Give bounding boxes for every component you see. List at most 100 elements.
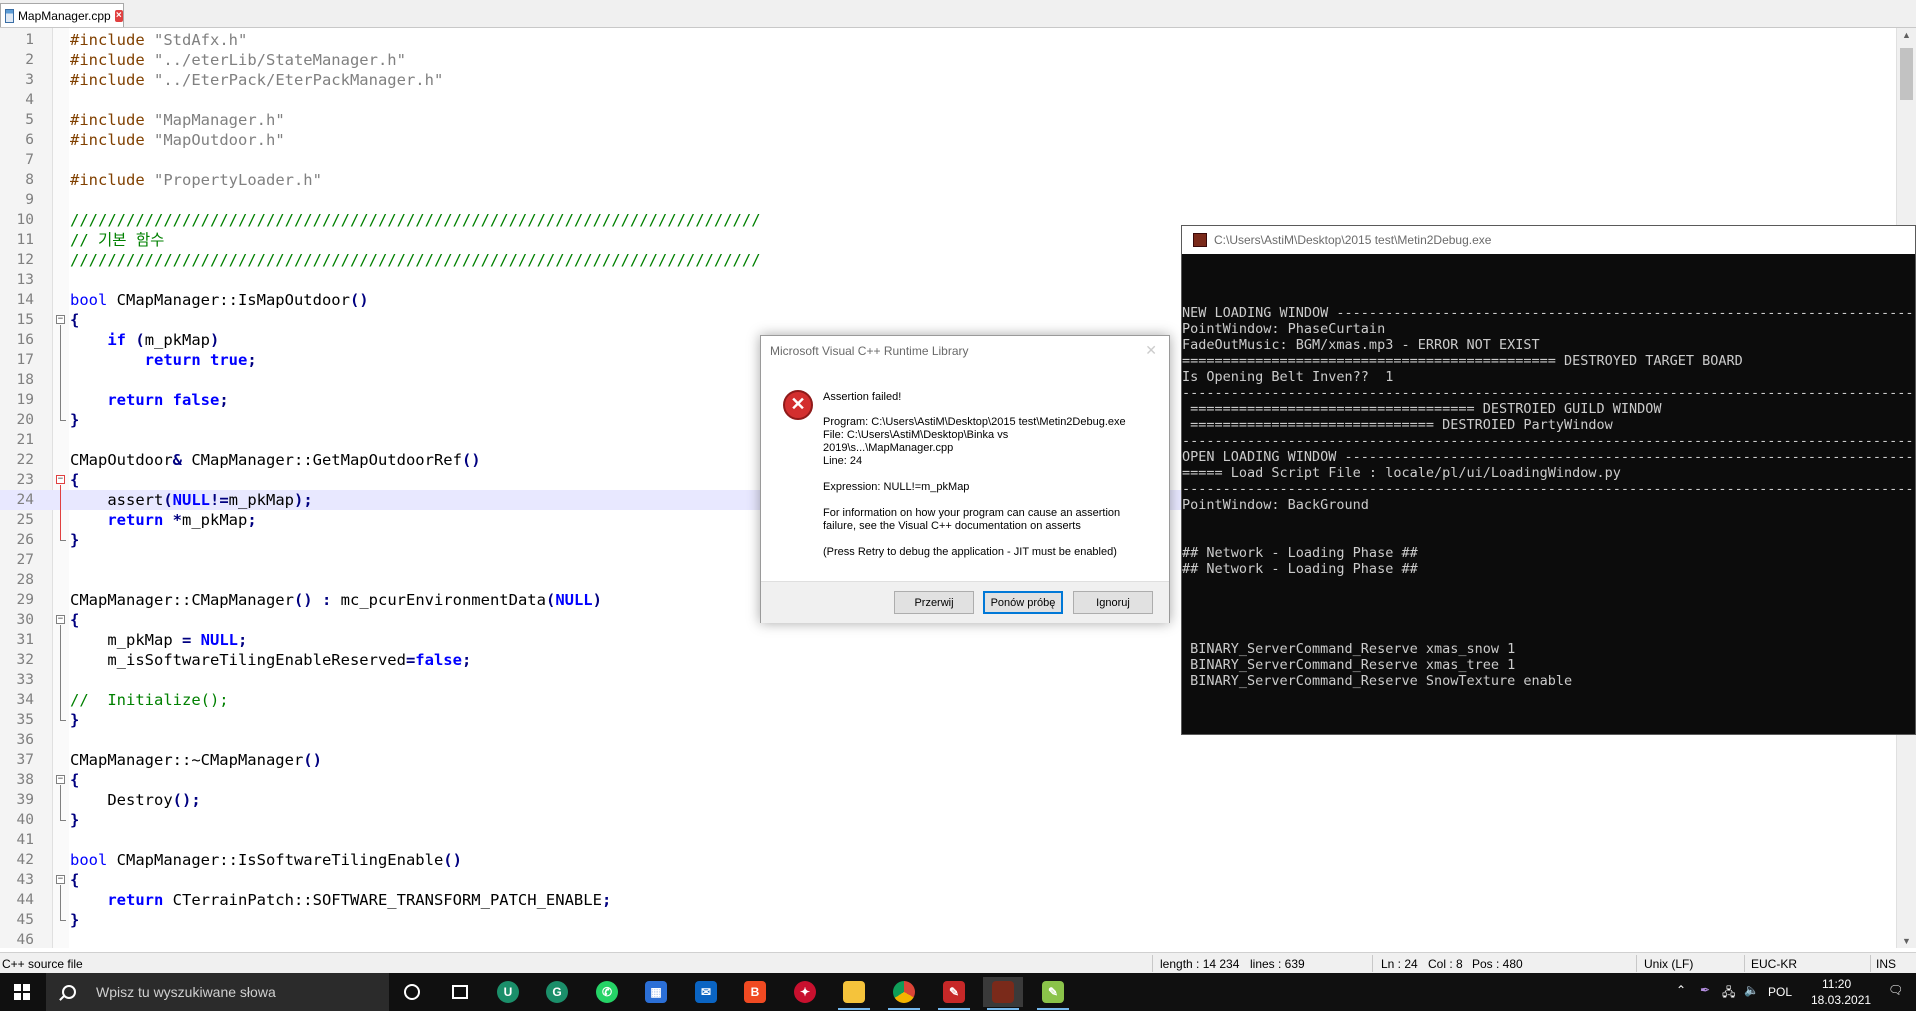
code-line[interactable]: 1 #include "StdAfx.h" (0, 30, 1896, 50)
taskbar-whatsapp[interactable]: ✆ (587, 977, 627, 1007)
line-number: 3 (25, 72, 34, 88)
fold-toggle-icon[interactable]: − (56, 475, 65, 484)
taskbar-store[interactable]: ▦ (636, 977, 676, 1007)
taskbar-app-visual[interactable]: ✎ (934, 977, 974, 1010)
abort-button[interactable]: Przerwij (894, 591, 974, 614)
console-line: FadeOutMusic: BGM/xmas.mp3 - ERROR NOT E… (1182, 337, 1540, 353)
code-line[interactable]: 43 {− (0, 870, 1896, 890)
clock-date[interactable]: 18.03.2021 (1811, 993, 1871, 1007)
code-line[interactable]: 6 #include "MapOutdoor.h" (0, 130, 1896, 150)
taskbar-notepadpp[interactable]: ✎ (1033, 977, 1073, 1010)
clock-time[interactable]: 11:20 (1822, 977, 1851, 991)
task-view-button[interactable] (440, 977, 480, 1007)
line-number: 40 (16, 812, 34, 828)
line-number: 16 (16, 332, 34, 348)
task-view-icon (452, 985, 468, 999)
code-line[interactable]: 42 bool CMapManager::IsSoftwareTilingEnab… (0, 850, 1896, 870)
app-circle-teal-icon: G (546, 981, 568, 1003)
code-line[interactable]: 38 {− (0, 770, 1896, 790)
scrollbar-thumb[interactable] (1900, 48, 1913, 100)
code-line[interactable]: 37 CMapManager::~CMapManager() (0, 750, 1896, 770)
taskbar-chrome[interactable] (884, 977, 924, 1010)
tab-mapmanager[interactable]: MapManager.cpp × (0, 3, 124, 27)
taskbar-search[interactable]: Wpisz tu wyszukiwane słowa (46, 973, 389, 1011)
code-text: #include "../eterLib/StateManager.h" (70, 51, 406, 69)
assertion-info: For information on how your program can … (823, 507, 1121, 532)
network-icon[interactable]: 🖧 (1722, 983, 1735, 1004)
code-line[interactable]: 8 #include "PropertyLoader.h" (0, 170, 1896, 190)
fold-guide (60, 625, 61, 720)
fold-toggle-icon[interactable]: − (56, 615, 65, 624)
fold-toggle-icon[interactable]: − (56, 775, 65, 784)
fold-guide-end (60, 920, 66, 921)
line-number: 45 (16, 912, 34, 928)
console-window[interactable]: C:\Users\AstiM\Desktop\2015 test\Metin2D… (1181, 225, 1916, 735)
taskbar-app-red[interactable]: ✦ (785, 977, 825, 1007)
retry-button[interactable]: Ponów próbę (983, 591, 1063, 614)
line-number: 32 (16, 652, 34, 668)
code-line[interactable]: 4 (0, 90, 1896, 110)
code-line[interactable]: 39 Destroy(); (0, 790, 1896, 810)
fold-toggle-icon[interactable]: − (56, 875, 65, 884)
code-text: return CTerrainPatch::SOFTWARE_TRANSFORM… (107, 891, 612, 909)
assertion-dialog: Microsoft Visual C++ Runtime Library ✕ ✕… (760, 335, 1170, 623)
dialog-close-icon[interactable]: ✕ (1145, 342, 1157, 359)
code-text: { (70, 871, 80, 889)
close-tab-icon[interactable]: × (114, 9, 123, 22)
line-number: 28 (16, 572, 34, 588)
line-number: 7 (25, 152, 34, 168)
line-number: 29 (16, 592, 34, 608)
app-red-icon: ✦ (794, 981, 816, 1003)
taskbar-brave[interactable]: B (735, 977, 775, 1007)
ignore-button[interactable]: Ignoruj (1073, 591, 1153, 614)
cortana-button[interactable] (392, 977, 432, 1007)
taskbar-metin2debug[interactable] (983, 977, 1023, 1010)
console-line: ============================== DESTROIED… (1182, 417, 1613, 433)
fold-toggle-icon[interactable]: − (56, 315, 65, 324)
code-line[interactable]: 45} (0, 910, 1896, 930)
tray-pen-icon[interactable]: ✒ (1700, 983, 1710, 997)
console-titlebar[interactable]: C:\Users\AstiM\Desktop\2015 test\Metin2D… (1182, 226, 1915, 254)
tray-chevron-up-icon[interactable]: ⌃ (1676, 983, 1686, 997)
status-length: length : 14 234 (1160, 957, 1240, 971)
fold-guide-end (60, 420, 66, 421)
volume-icon[interactable]: 🔈 (1744, 983, 1759, 997)
start-button[interactable] (0, 973, 44, 1011)
notifications-icon[interactable]: 🗨 (1888, 983, 1903, 997)
file-icon (5, 8, 14, 23)
assertion-expression: Expression: NULL!=m_pkMap (823, 481, 970, 493)
code-line[interactable]: 3 #include "../EterPack/EterPackManager.h… (0, 70, 1896, 90)
scroll-down-icon[interactable]: ▼ (1902, 936, 1911, 946)
line-number: 17 (16, 352, 34, 368)
line-number: 20 (16, 412, 34, 428)
code-line[interactable]: 2 #include "../eterLib/StateManager.h" (0, 50, 1896, 70)
line-number: 10 (16, 212, 34, 228)
code-line[interactable]: 41 (0, 830, 1896, 850)
code-text: Destroy(); (70, 791, 201, 809)
language-indicator[interactable]: POL (1768, 985, 1792, 999)
taskbar-mail[interactable]: ✉ (686, 977, 726, 1007)
line-number: 4 (25, 92, 34, 108)
console-line: ===== Load Script File : locale/pl/ui/Lo… (1182, 465, 1621, 481)
code-text: CMapOutdoor& CMapManager::GetMapOutdoorR… (70, 451, 481, 469)
folder-icon (843, 981, 865, 1003)
code-line[interactable]: 7 (0, 150, 1896, 170)
taskbar-app-2[interactable]: G (537, 977, 577, 1007)
code-line[interactable]: 5 #include "MapManager.h" (0, 110, 1896, 130)
code-line[interactable]: 46 (0, 930, 1896, 950)
code-line[interactable]: 44 return CTerrainPatch::SOFTWARE_TRANSF… (0, 890, 1896, 910)
code-text: } (70, 711, 80, 729)
code-line[interactable]: 9 (0, 190, 1896, 210)
line-number: 25 (16, 512, 34, 528)
code-text: m_isSoftwareTilingEnableReserved=false; (70, 651, 472, 669)
taskbar-app-1[interactable]: U (488, 977, 528, 1007)
code-text: if (m_pkMap) (107, 331, 220, 349)
code-line[interactable]: 40} (0, 810, 1896, 830)
taskbar-explorer[interactable] (834, 977, 874, 1010)
scroll-up-icon[interactable]: ▲ (1902, 30, 1911, 40)
cortana-icon (404, 984, 420, 1000)
